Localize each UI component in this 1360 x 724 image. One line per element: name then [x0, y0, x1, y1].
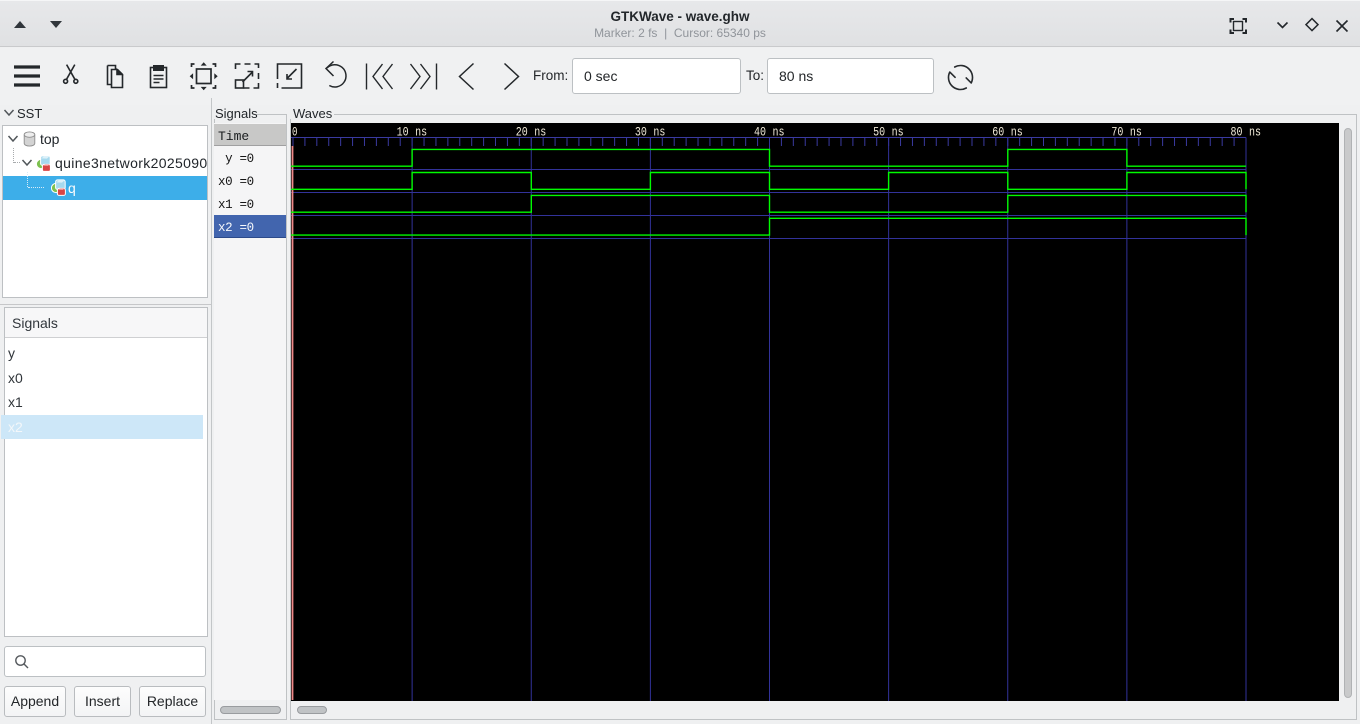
svg-text:40: 40: [754, 125, 766, 140]
svg-text:60: 60: [992, 125, 1004, 140]
svg-text:20: 20: [516, 125, 528, 140]
svg-text:ns: ns: [1011, 125, 1023, 140]
svg-text:30: 30: [635, 125, 647, 140]
svg-text:50: 50: [873, 125, 885, 140]
svg-text:ns: ns: [534, 125, 546, 140]
svg-text:ns: ns: [1249, 125, 1261, 140]
svg-text:0: 0: [292, 125, 298, 140]
svg-text:ns: ns: [773, 125, 785, 140]
svg-text:ns: ns: [415, 125, 427, 140]
svg-text:ns: ns: [892, 125, 904, 140]
svg-text:ns: ns: [1130, 125, 1142, 140]
svg-text:ns: ns: [653, 125, 665, 140]
svg-text:70: 70: [1111, 125, 1123, 140]
svg-text:80: 80: [1231, 125, 1243, 140]
svg-text:10: 10: [397, 125, 409, 140]
